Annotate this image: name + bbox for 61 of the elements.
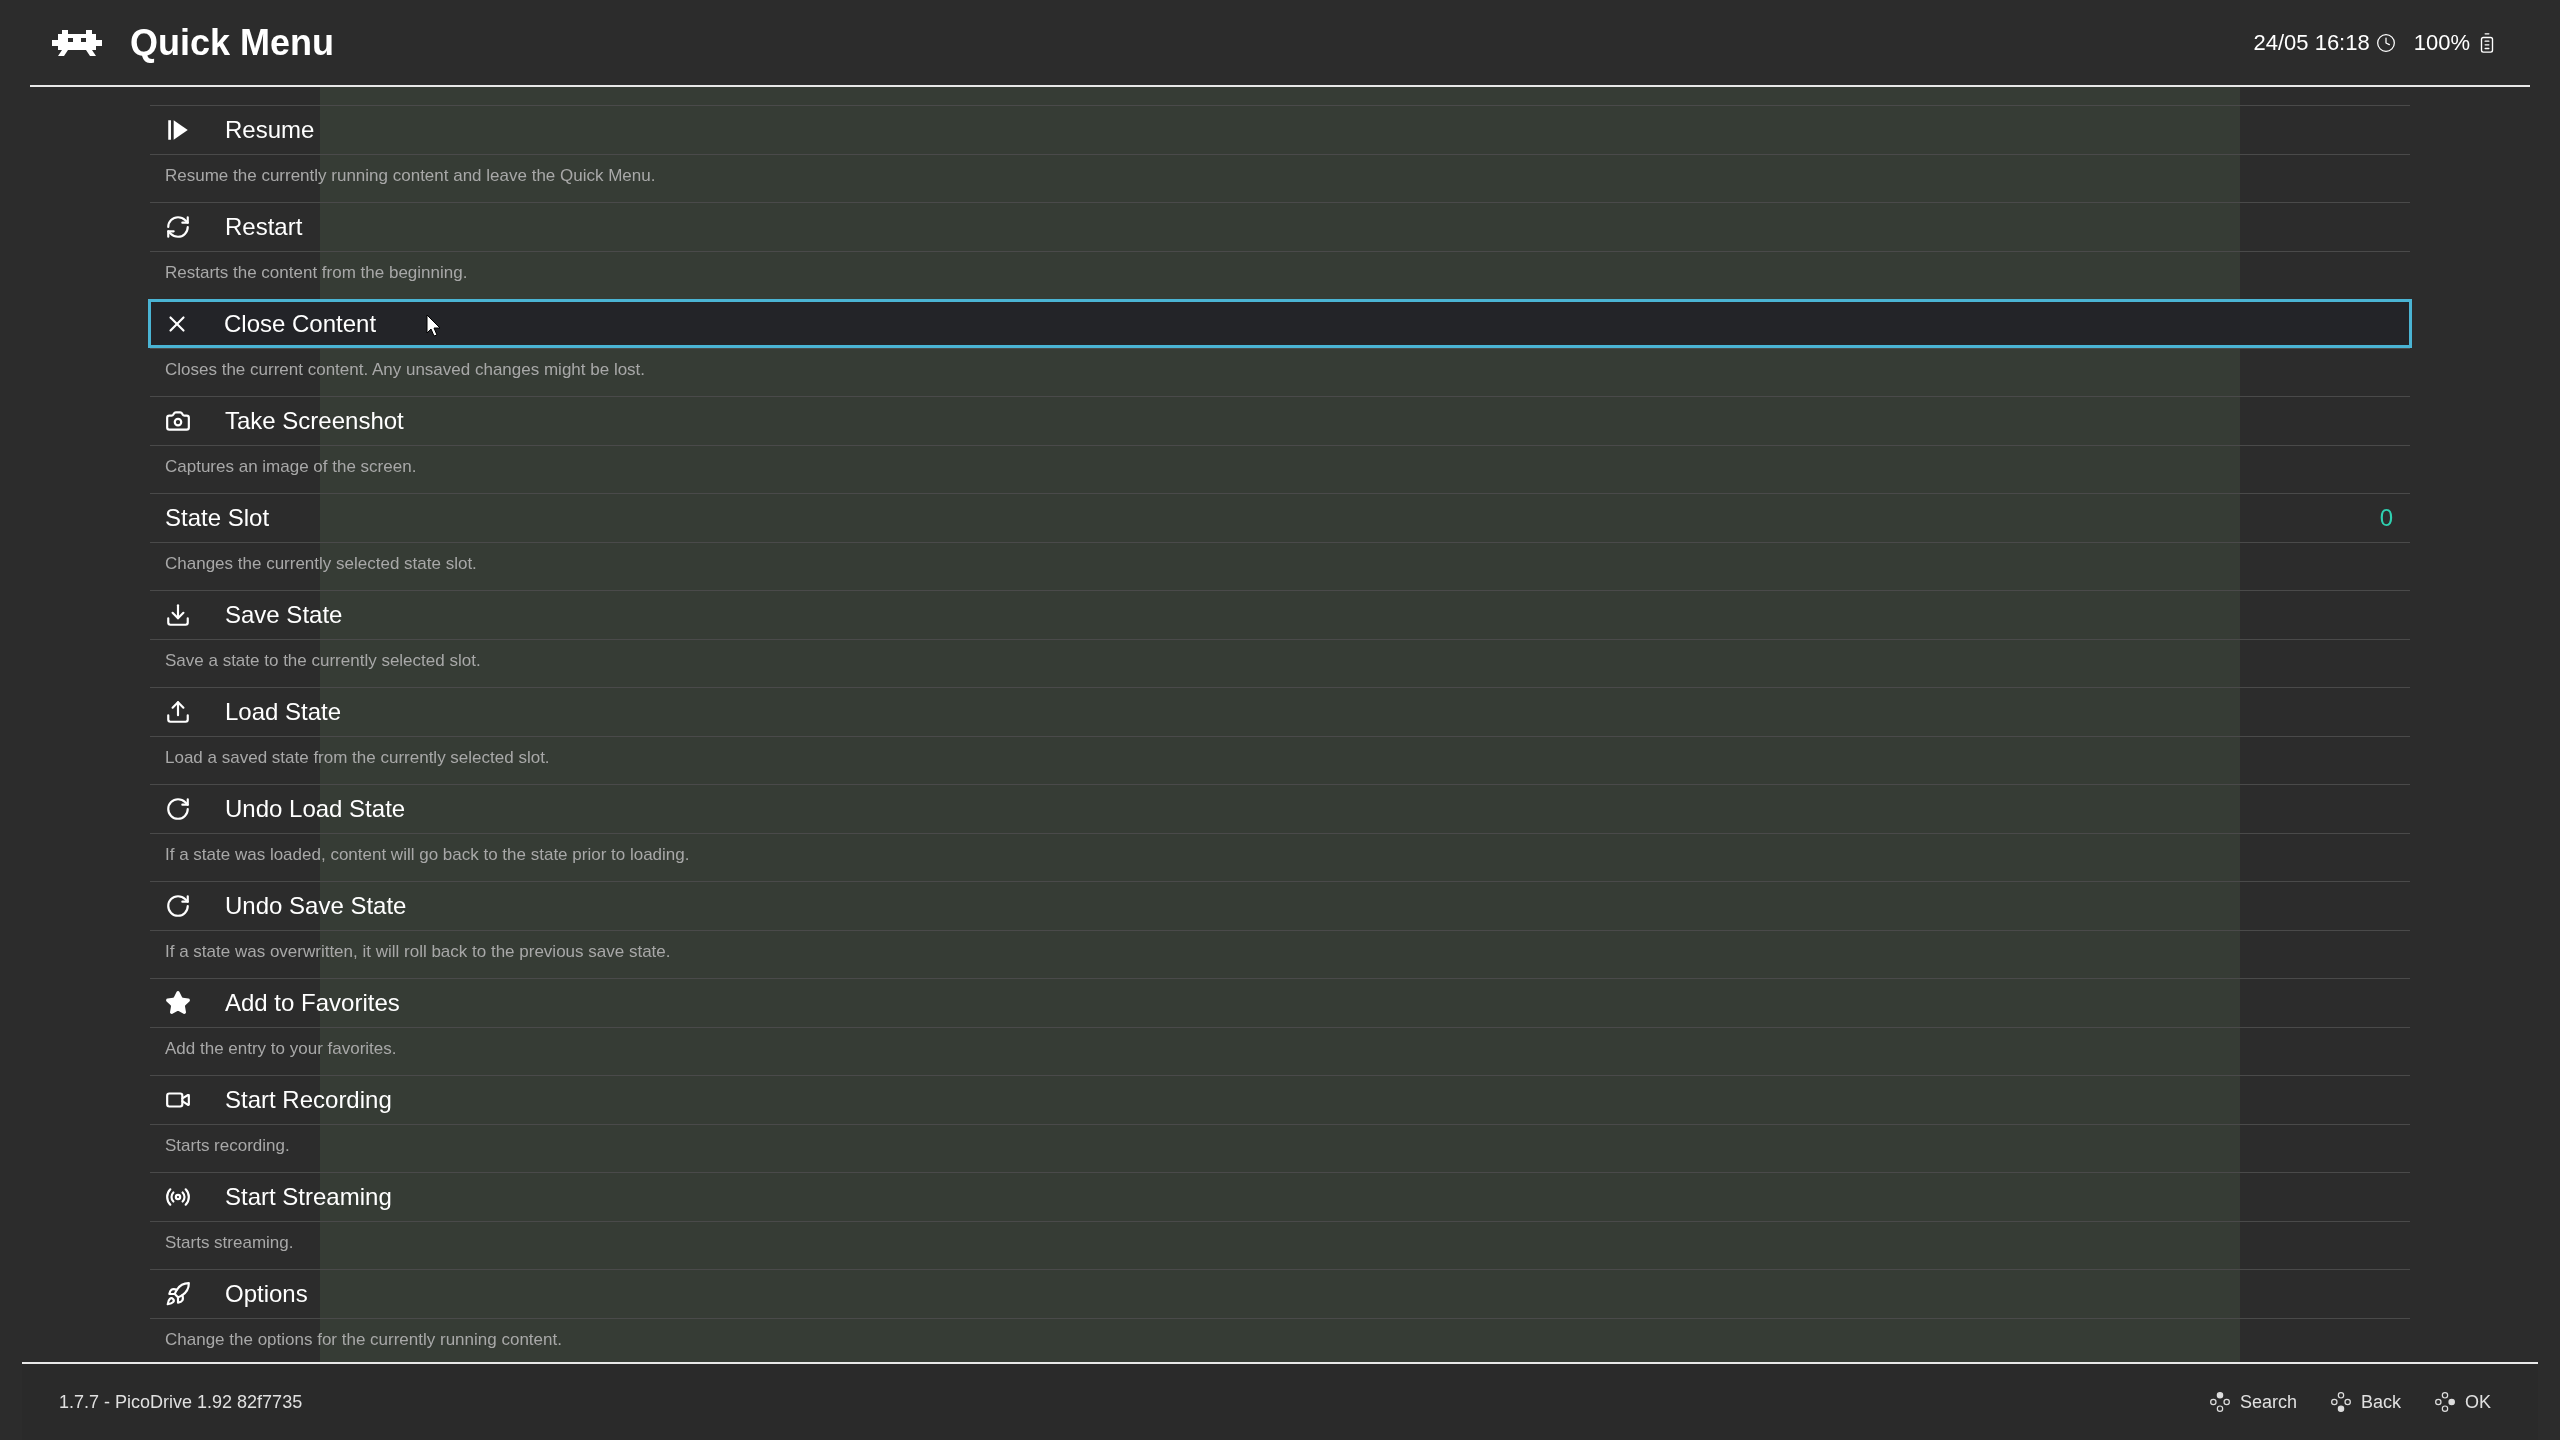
rotate-icon bbox=[165, 796, 191, 822]
menu-item-description: Change the options for the currently running content. bbox=[165, 1329, 562, 1351]
menu-item-label: Close Content bbox=[224, 308, 377, 339]
download-icon bbox=[165, 602, 191, 628]
invader-logo-icon bbox=[52, 27, 102, 58]
menu-item-label: Options bbox=[225, 1279, 308, 1309]
menu-item-label: Start Streaming bbox=[225, 1182, 392, 1212]
rocket-icon bbox=[165, 1281, 191, 1307]
footer-action[interactable]: Search bbox=[2239, 1388, 2297, 1416]
gamepad-buttons-icon bbox=[2435, 1392, 2455, 1412]
menu-item-description: Save a state to the currently selected slot. bbox=[165, 650, 481, 672]
star-icon bbox=[165, 990, 191, 1016]
menu-item-label: Resume bbox=[225, 115, 315, 145]
menu-item-description: Load a saved state from the currently selected slot. bbox=[165, 747, 550, 769]
camera-icon bbox=[165, 408, 191, 434]
date-time: 24/05 16:18 bbox=[2253, 29, 2370, 57]
menu-item[interactable]: Start Recording bbox=[150, 1075, 2410, 1124]
menu-item[interactable]: Resume bbox=[150, 105, 2410, 154]
menu-item-description: Add the entry to your favorites. bbox=[165, 1038, 397, 1060]
menu-item[interactable]: Take Screenshot bbox=[150, 396, 2410, 445]
menu-item[interactable]: Undo Save State bbox=[150, 881, 2410, 930]
menu-item-label: Undo Save State bbox=[225, 891, 407, 921]
menu-item-label: State Slot bbox=[165, 503, 270, 533]
menu-item[interactable]: Add to Favorites bbox=[150, 978, 2410, 1027]
menu-item-description: Starts streaming. bbox=[165, 1232, 294, 1254]
menu-item-description: Starts recording. bbox=[165, 1135, 290, 1157]
clock-icon bbox=[2375, 32, 2396, 53]
menu-item[interactable]: Start Streaming bbox=[150, 1172, 2410, 1221]
menu-item-label: Undo Load State bbox=[225, 794, 406, 824]
menu-item-label: Save State bbox=[225, 600, 343, 630]
menu-item-description: Changes the currently selected state slot. bbox=[165, 553, 477, 575]
battery-level: 100% bbox=[2413, 29, 2470, 57]
menu-item-value: 0 bbox=[2379, 503, 2393, 533]
menu-item-label: Load State bbox=[225, 697, 342, 727]
menu-item-description: Resume the currently running content and leave the Quick Menu. bbox=[165, 165, 656, 187]
gamepad-buttons-icon bbox=[2209, 1392, 2230, 1412]
menu-item-description: If a state was loaded, content will go back to the state prior to loading. bbox=[165, 844, 690, 866]
refresh-icon bbox=[165, 214, 191, 240]
menu-item[interactable]: Close Content bbox=[148, 299, 2412, 348]
menu-item-description: Restarts the content from the beginning. bbox=[165, 262, 468, 284]
menu-item-label: Take Screenshot bbox=[225, 406, 404, 436]
gamepad-buttons-icon bbox=[2330, 1392, 2351, 1412]
footer-action[interactable]: OK bbox=[2465, 1388, 2491, 1416]
menu-item[interactable]: Load State bbox=[150, 687, 2410, 736]
menu-item-description: If a state was overwritten, it will roll back to the previous save state. bbox=[165, 941, 671, 963]
menu-item[interactable]: Save State bbox=[150, 590, 2410, 639]
menu-item-description: Captures an image of the screen. bbox=[165, 456, 417, 478]
upload-icon bbox=[165, 699, 191, 725]
menu-item-label: Add to Favorites bbox=[225, 988, 400, 1018]
menu-item-label: Start Recording bbox=[225, 1085, 392, 1115]
menu-item[interactable]: Options bbox=[150, 1269, 2410, 1318]
menu-item[interactable]: State Slot 0 bbox=[150, 493, 2410, 542]
footer-action[interactable]: Back bbox=[2360, 1388, 2401, 1416]
menu-item[interactable]: Undo Load State bbox=[150, 784, 2410, 833]
menu-item[interactable]: Restart bbox=[150, 202, 2410, 251]
version-text: 1.7.7 - PicoDrive 1.92 82f7735 bbox=[59, 1390, 303, 1414]
menu-item-description: Closes the current content. Any unsaved changes might be lost. bbox=[165, 359, 646, 381]
page-title: Quick Menu bbox=[130, 20, 335, 65]
rotate-icon bbox=[165, 893, 191, 919]
menu-item-label: Restart bbox=[225, 212, 303, 242]
mouse-cursor-icon bbox=[426, 314, 442, 338]
